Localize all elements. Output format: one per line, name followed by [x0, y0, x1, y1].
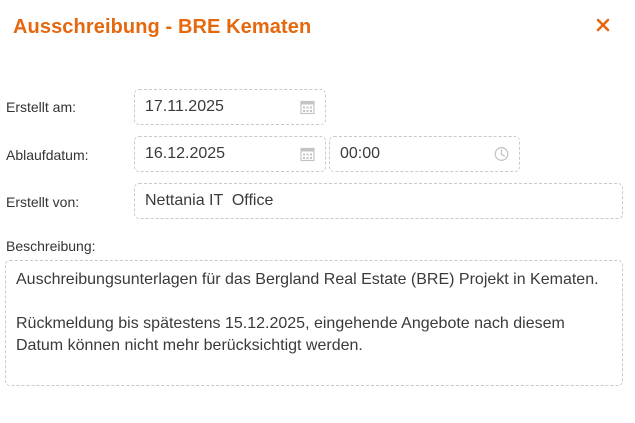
description-textarea[interactable]: Auschreibungsunterlagen für das Bergland… — [5, 260, 623, 386]
expiry-time-value: 00:00 — [340, 145, 381, 162]
created-by-label: Erstellt von: — [6, 194, 80, 210]
expiry-date-field[interactable]: 16.12.2025 — [134, 136, 326, 172]
close-icon[interactable] — [595, 17, 611, 33]
calendar-icon[interactable] — [300, 147, 315, 162]
created-at-date-field[interactable]: 17.11.2025 — [134, 89, 326, 125]
created-by-field[interactable]: Nettania IT Office — [134, 183, 623, 219]
calendar-icon[interactable] — [300, 100, 315, 115]
description-paragraph: Rückmeldung bis spätestens 15.12.2025, e… — [16, 315, 565, 354]
dialog-title: Ausschreibung - BRE Kematen — [13, 16, 312, 38]
expiry-label: Ablaufdatum: — [6, 147, 89, 163]
description-paragraph: Auschreibungsunterlagen für das Bergland… — [16, 271, 599, 288]
expiry-date-value: 16.12.2025 — [145, 145, 226, 162]
created-at-date-value: 17.11.2025 — [145, 98, 224, 115]
description-label: Beschreibung: — [6, 238, 96, 254]
created-at-label: Erstellt am: — [6, 99, 77, 115]
clock-icon[interactable] — [494, 147, 509, 162]
expiry-time-field[interactable]: 00:00 — [329, 136, 520, 172]
created-by-value: Nettania IT Office — [145, 192, 274, 209]
